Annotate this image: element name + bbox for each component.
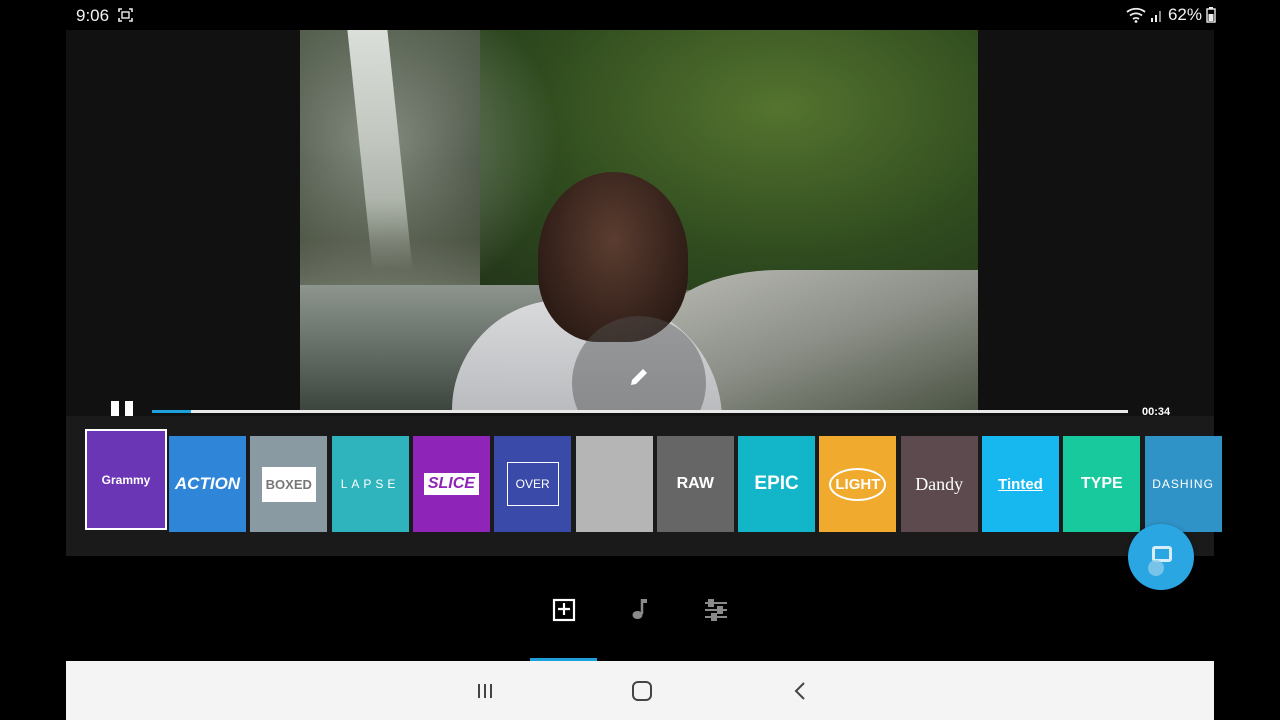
theme-light[interactable]: LIGHT <box>819 436 897 532</box>
wifi-icon <box>1126 7 1146 23</box>
theme-type[interactable]: TYPE <box>1063 436 1141 532</box>
theme-dashing[interactable]: DASHING <box>1144 436 1222 532</box>
theme-label: Tinted <box>998 475 1043 493</box>
video-editor: 00:34 Grammy ACTION BOXED LAPSE SLICE OVER RAW… <box>66 30 1222 661</box>
theme-boxed[interactable]: BOXED <box>250 436 328 532</box>
status-bar: 9:06 62% <box>0 0 1280 30</box>
theme-label: OVER <box>506 462 559 506</box>
battery-percent: 62% <box>1167 5 1202 24</box>
theme-label: ACTION <box>174 474 241 493</box>
screenshot-icon <box>118 8 133 22</box>
theme-raw[interactable]: RAW <box>656 436 734 532</box>
add-theme-icon <box>552 598 576 622</box>
status-indicators: 62% <box>1126 5 1216 25</box>
theme-over[interactable]: OVER <box>494 436 572 532</box>
back-icon[interactable] <box>787 679 813 703</box>
theme-action[interactable]: ACTION <box>169 436 246 532</box>
tab-adjust[interactable] <box>698 595 734 625</box>
edit-pencil-icon <box>631 369 647 385</box>
theme-label: RAW <box>676 475 714 492</box>
theme-label: LAPSE <box>340 477 400 491</box>
theme-label: SLICE <box>423 473 479 495</box>
theme-label: TYPE <box>1080 475 1123 492</box>
theme-dandy[interactable]: Dandy <box>900 436 978 532</box>
theme-label: Grammy <box>101 472 151 487</box>
sliders-icon <box>705 599 727 621</box>
theme-label: LIGHT <box>829 467 887 501</box>
video-frame[interactable] <box>300 30 978 410</box>
seek-bar[interactable] <box>152 410 1128 413</box>
seek-progress <box>152 410 192 413</box>
theme-tinted[interactable]: Tinted <box>982 436 1059 532</box>
system-nav-bar <box>66 661 1214 720</box>
status-time: 9:06 <box>76 6 110 25</box>
theme-epic[interactable]: EPIC <box>738 436 816 532</box>
home-icon[interactable] <box>629 679 655 703</box>
theme-label: Dandy <box>915 473 964 494</box>
theme-slice[interactable]: SLICE <box>412 436 490 532</box>
battery-icon <box>1206 7 1216 23</box>
theme-label: BOXED <box>261 466 316 502</box>
tab-themes[interactable] <box>546 595 582 625</box>
theme-label: EPIC <box>754 473 799 494</box>
theme-label: DASHING <box>1152 477 1214 491</box>
music-note-icon <box>632 599 647 619</box>
theme-grammy[interactable]: Grammy <box>85 429 167 530</box>
recent-apps-icon[interactable] <box>472 679 498 703</box>
share-button[interactable] <box>1128 524 1194 590</box>
theme-lapse[interactable]: LAPSE <box>331 436 409 532</box>
theme-blank[interactable] <box>575 436 653 532</box>
video-preview-area: 00:34 <box>66 30 1214 423</box>
tab-music[interactable] <box>622 595 658 625</box>
signal-icon <box>1150 11 1161 22</box>
